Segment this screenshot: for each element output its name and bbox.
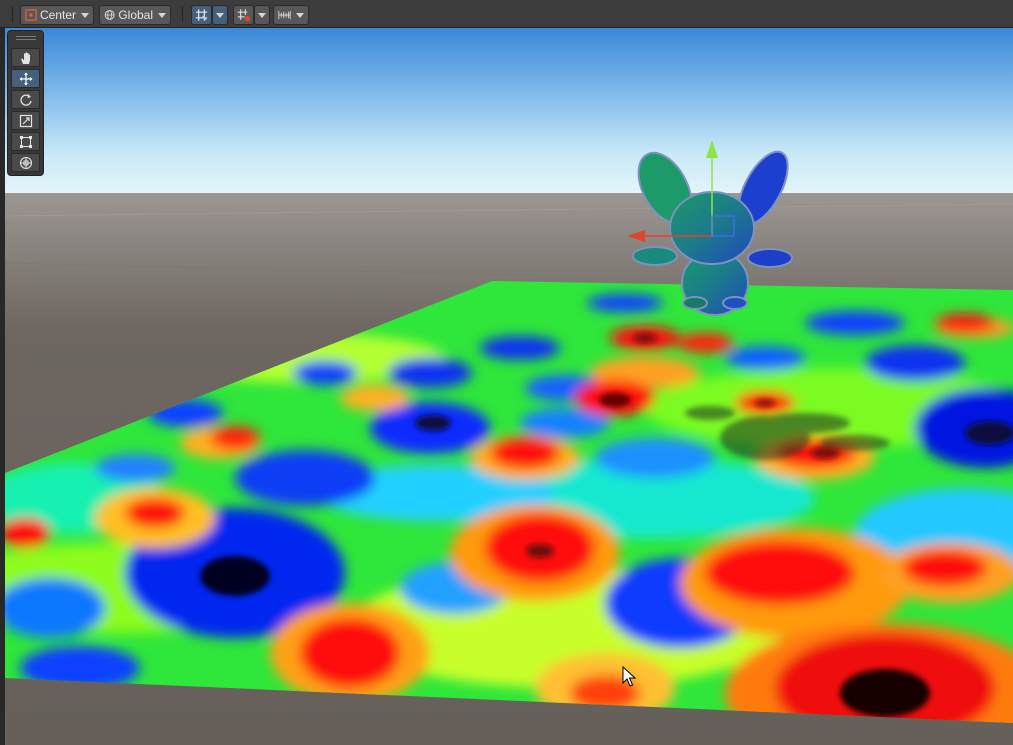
rotate-tool-button[interactable] [11,90,40,109]
scale-icon [19,114,32,127]
pivot-mode-dropdown[interactable]: Center [20,5,94,25]
scene-viewport[interactable] [5,28,1013,745]
skybox [5,28,1013,208]
transform-tool-button[interactable] [11,153,40,172]
pivot-rotation-label: Global [118,8,153,22]
rotate-icon [19,93,32,106]
chevron-down-icon [158,12,166,18]
scene-render [5,28,1013,745]
grid-snap-dropdown[interactable] [212,5,228,25]
chevron-down-icon [216,12,224,18]
scene-toolbar: Center Global [0,0,1013,28]
globe-icon [104,10,115,20]
rect-tool-button[interactable] [11,132,40,151]
ruler-dropdown[interactable] [273,5,309,25]
move-tool-button[interactable] [11,69,40,88]
tools-overlay [7,30,44,176]
move-arrows-icon [19,72,32,85]
hand-tool-button[interactable] [11,48,40,67]
pivot-mode-label: Center [39,8,76,22]
toolbar-separator [12,6,13,22]
hand-icon [20,52,30,64]
transform-icon [19,156,32,169]
scale-tool-button[interactable] [11,111,40,130]
chevron-down-icon [258,12,266,18]
rect-transform-icon [19,135,32,148]
ruler-icon [278,10,291,20]
grid-snap-icon [195,9,208,21]
increment-snap-icon [237,9,251,22]
increment-snap-dropdown[interactable] [254,5,270,25]
mouse-cursor-icon [622,666,636,687]
chevron-down-icon [296,12,304,18]
scene-view-window: Center Global [0,0,1013,745]
pivot-rotation-dropdown[interactable]: Global [99,5,171,25]
grid-snap-toggle[interactable] [191,5,212,25]
chevron-down-icon [81,12,89,18]
overlay-grip[interactable] [16,36,36,40]
increment-snap-toggle[interactable] [233,5,254,25]
toolbar-separator [182,6,183,22]
pivot-center-icon [25,9,37,21]
